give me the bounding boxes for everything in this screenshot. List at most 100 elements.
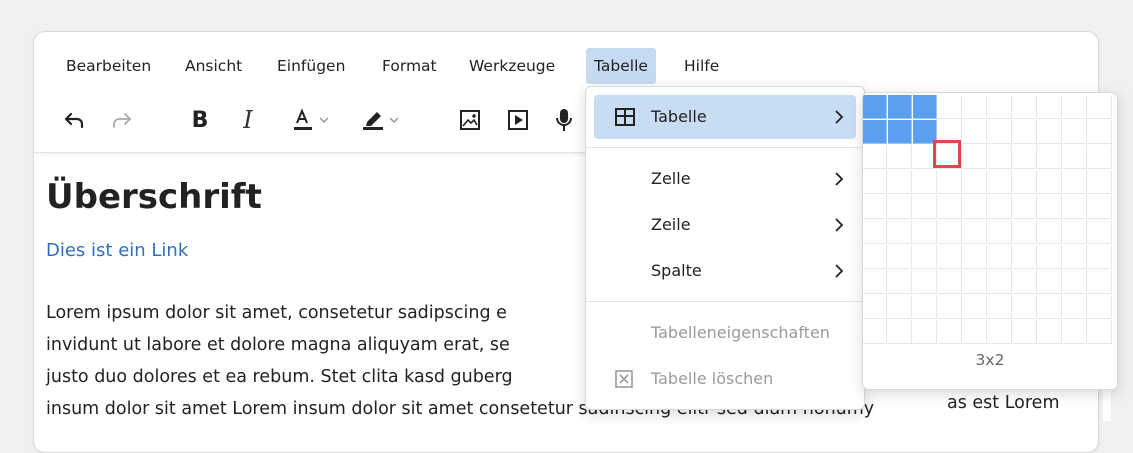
grid-cell[interactable]: [1063, 195, 1087, 219]
grid-cell[interactable]: [1063, 145, 1087, 169]
grid-cell[interactable]: [1088, 145, 1112, 169]
grid-cell[interactable]: [963, 270, 987, 294]
highlight-color-button[interactable]: [350, 102, 410, 138]
grid-cell[interactable]: [863, 120, 887, 144]
grid-cell[interactable]: [988, 120, 1012, 144]
grid-cell[interactable]: [988, 320, 1012, 344]
grid-cell[interactable]: [1088, 270, 1112, 294]
insert-media-button[interactable]: [500, 102, 536, 138]
grid-cell[interactable]: [1088, 170, 1112, 194]
grid-cell[interactable]: [1088, 195, 1112, 219]
grid-cell[interactable]: [1088, 245, 1112, 269]
menu-ansicht[interactable]: Ansicht: [177, 48, 250, 84]
grid-cell[interactable]: [938, 220, 962, 244]
grid-cell[interactable]: [913, 195, 937, 219]
grid-cell[interactable]: [1013, 245, 1037, 269]
grid-cell[interactable]: [963, 245, 987, 269]
grid-cell[interactable]: [1013, 145, 1037, 169]
grid-cell[interactable]: [1038, 195, 1062, 219]
grid-cell[interactable]: [988, 245, 1012, 269]
grid-cell[interactable]: [888, 320, 912, 344]
grid-cell[interactable]: [1038, 145, 1062, 169]
grid-cell[interactable]: [938, 295, 962, 319]
grid-cell[interactable]: [863, 270, 887, 294]
grid-cell[interactable]: [1063, 320, 1087, 344]
menu-format[interactable]: Format: [374, 48, 445, 84]
menu-item-zelle[interactable]: Zelle: [594, 157, 856, 201]
grid-cell[interactable]: [1038, 95, 1062, 119]
grid-cell[interactable]: [888, 295, 912, 319]
text-color-button[interactable]: [280, 102, 340, 138]
grid-cell[interactable]: [1013, 95, 1037, 119]
grid-cell[interactable]: [938, 320, 962, 344]
grid-cell[interactable]: [1088, 295, 1112, 319]
grid-cell[interactable]: [1088, 95, 1112, 119]
grid-cell[interactable]: [863, 245, 887, 269]
grid-cell[interactable]: [1013, 195, 1037, 219]
grid-cell[interactable]: [888, 170, 912, 194]
grid-cell[interactable]: [1063, 95, 1087, 119]
bold-button[interactable]: B: [182, 102, 218, 138]
grid-cell[interactable]: [988, 145, 1012, 169]
grid-cell[interactable]: [988, 195, 1012, 219]
grid-cell[interactable]: [1063, 170, 1087, 194]
grid-cell[interactable]: [1038, 120, 1062, 144]
grid-cell[interactable]: [1013, 120, 1037, 144]
grid-cell[interactable]: [1038, 320, 1062, 344]
menu-bearbeiten[interactable]: Bearbeiten: [58, 48, 159, 84]
grid-cell[interactable]: [863, 170, 887, 194]
grid-cell[interactable]: [1038, 220, 1062, 244]
grid-cell[interactable]: [913, 95, 937, 119]
undo-button[interactable]: [56, 102, 92, 138]
grid-cell[interactable]: [1013, 270, 1037, 294]
grid-cell[interactable]: [863, 320, 887, 344]
content-link[interactable]: Dies ist ein Link: [46, 240, 188, 261]
grid-cell[interactable]: [988, 95, 1012, 119]
grid-cell[interactable]: [1088, 120, 1112, 144]
grid-cell[interactable]: [938, 195, 962, 219]
grid-cell[interactable]: [888, 245, 912, 269]
menu-tabelle[interactable]: Tabelle: [586, 48, 656, 84]
voice-button[interactable]: [546, 102, 582, 138]
grid-cell[interactable]: [913, 295, 937, 319]
grid-cell[interactable]: [938, 170, 962, 194]
grid-cell[interactable]: [1013, 170, 1037, 194]
grid-cell[interactable]: [1063, 245, 1087, 269]
grid-cell[interactable]: [1038, 295, 1062, 319]
menu-einfuegen[interactable]: Einfügen: [269, 48, 353, 84]
grid-cell[interactable]: [1063, 270, 1087, 294]
grid-cell[interactable]: [1038, 170, 1062, 194]
grid-cell[interactable]: [963, 95, 987, 119]
grid-cell[interactable]: [963, 320, 987, 344]
grid-cell[interactable]: [1038, 270, 1062, 294]
grid-cell[interactable]: [888, 145, 912, 169]
grid-cell[interactable]: [1063, 220, 1087, 244]
grid-cell[interactable]: [1088, 220, 1112, 244]
grid-cell[interactable]: [888, 120, 912, 144]
menu-hilfe[interactable]: Hilfe: [676, 48, 727, 84]
grid-cell[interactable]: [1013, 320, 1037, 344]
menu-item-spalte[interactable]: Spalte: [594, 249, 856, 293]
grid-cell[interactable]: [1013, 220, 1037, 244]
grid-cell[interactable]: [963, 220, 987, 244]
grid-cell[interactable]: [1063, 120, 1087, 144]
grid-cell[interactable]: [988, 270, 1012, 294]
grid-cell[interactable]: [963, 295, 987, 319]
grid-cell[interactable]: [913, 320, 937, 344]
menu-item-tabelle-loeschen[interactable]: Tabelle löschen: [594, 357, 856, 401]
grid-cell[interactable]: [913, 170, 937, 194]
grid-cell[interactable]: [963, 170, 987, 194]
menu-item-zeile[interactable]: Zeile: [594, 203, 856, 247]
grid-cell[interactable]: [1088, 320, 1112, 344]
grid-cell[interactable]: [913, 220, 937, 244]
grid-cell[interactable]: [963, 195, 987, 219]
grid-cell[interactable]: [1063, 295, 1087, 319]
grid-cell[interactable]: [888, 195, 912, 219]
redo-button[interactable]: [104, 102, 140, 138]
menu-werkzeuge[interactable]: Werkzeuge: [461, 48, 563, 84]
grid-cell[interactable]: [888, 220, 912, 244]
grid-cell[interactable]: [963, 145, 987, 169]
grid-cell[interactable]: [863, 95, 887, 119]
grid-cell[interactable]: [988, 295, 1012, 319]
italic-button[interactable]: I: [230, 102, 266, 138]
